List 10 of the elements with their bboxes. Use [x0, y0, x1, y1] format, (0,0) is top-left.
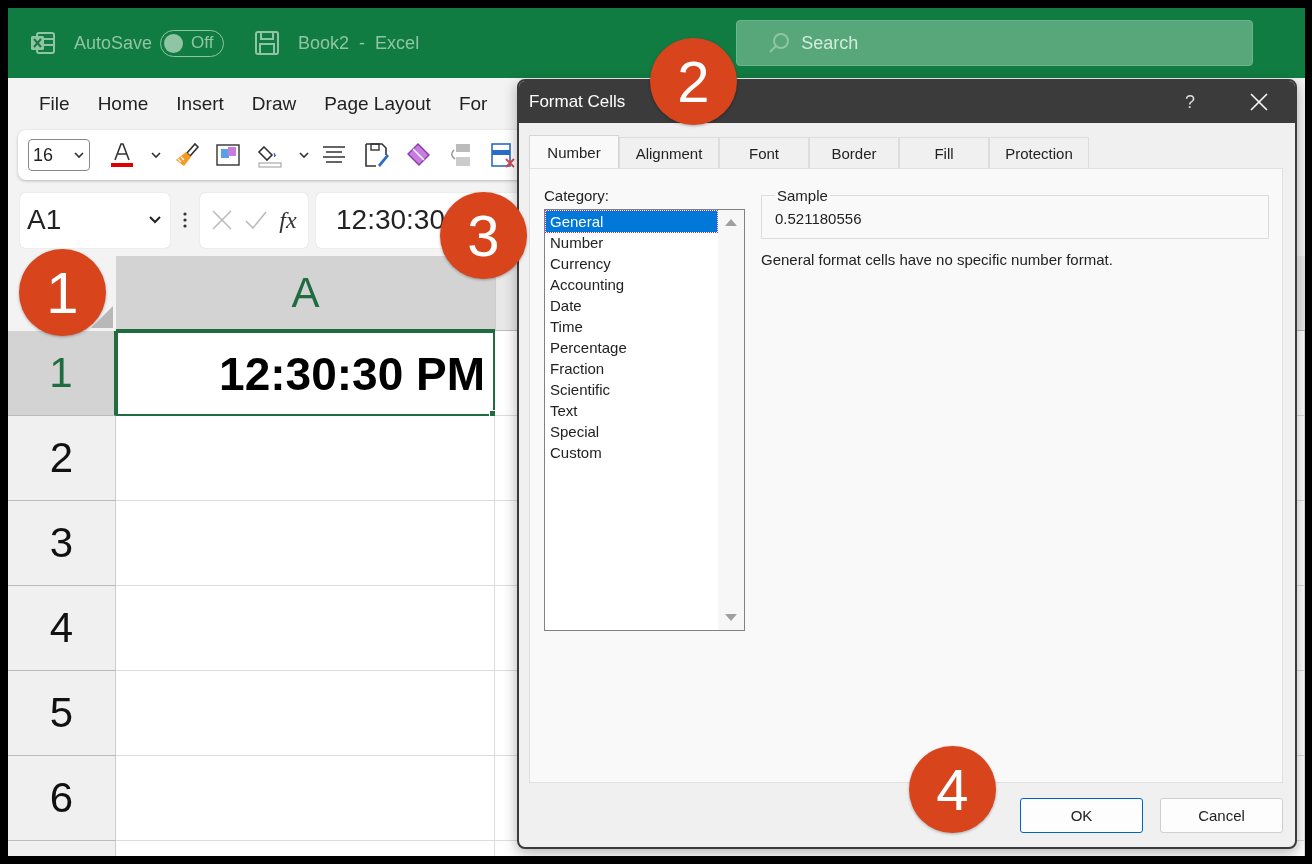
- format-description: General format cells have no specific number format.: [761, 251, 1114, 268]
- step-number-badge: 1: [19, 249, 106, 336]
- document-title: Book2: [298, 32, 350, 54]
- category-label: Category:: [544, 187, 611, 204]
- autosave-label: AutoSave: [74, 32, 153, 54]
- app-title: Excel: [375, 32, 420, 54]
- dialog-title: Format Cells: [529, 92, 627, 112]
- sample-label: Sample: [776, 187, 829, 204]
- sample-value: 0.521180556: [775, 210, 862, 227]
- title-separator: -: [359, 32, 366, 54]
